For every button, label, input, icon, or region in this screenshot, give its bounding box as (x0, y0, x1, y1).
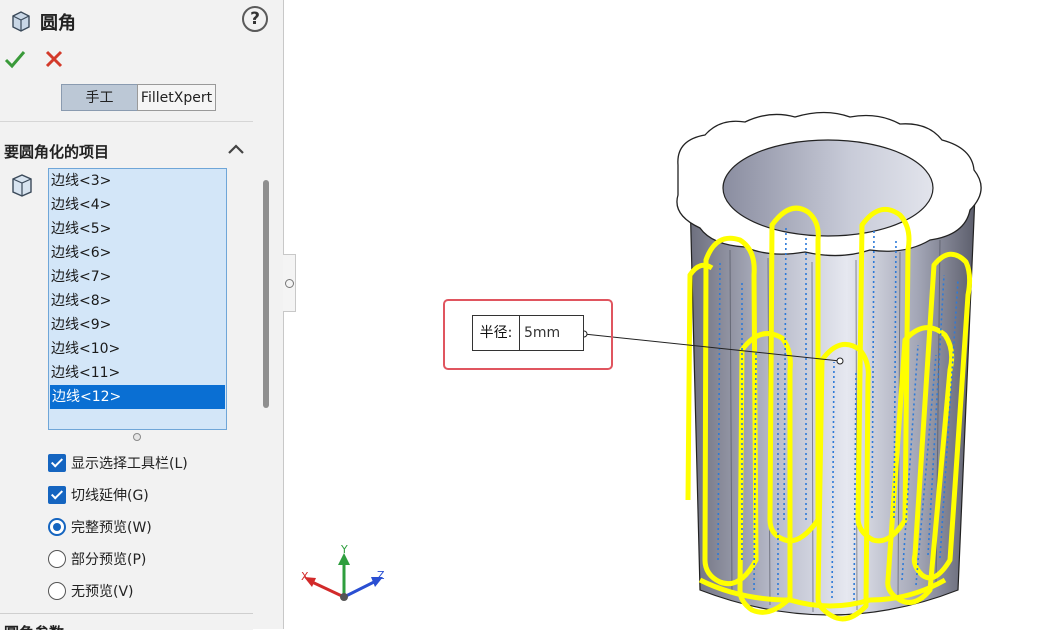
tab-filletxpert[interactable]: FilletXpert (137, 84, 216, 111)
full-preview-option[interactable]: 完整预览(W) (48, 517, 152, 539)
radio-selected[interactable] (48, 518, 66, 536)
option-label: 部分预览(P) (71, 552, 147, 568)
help-button[interactable]: ? (242, 6, 268, 32)
partial-preview-option[interactable]: 部分预览(P) (48, 549, 146, 571)
tangent-propagation-option[interactable]: 切线延伸(G) (48, 485, 149, 507)
edge-selection-icon (12, 174, 32, 197)
chevron-up-icon[interactable] (226, 141, 246, 157)
list-item[interactable]: 边线<11> (49, 361, 226, 385)
radio[interactable] (48, 582, 66, 600)
cancel-x-icon[interactable] (42, 47, 66, 71)
triad-x-label: X (301, 570, 309, 583)
triad-y-label: Y (340, 543, 348, 556)
option-label: 切线延伸(G) (71, 488, 149, 504)
list-item[interactable]: 边线<9> (49, 313, 226, 337)
fillet-feature-icon (12, 11, 30, 32)
list-item[interactable]: 边线<7> (49, 265, 226, 289)
radio[interactable] (48, 550, 66, 568)
leader-endpoint (836, 357, 844, 365)
list-item[interactable]: 边线<5> (49, 217, 226, 241)
panel-collapse-handle[interactable] (283, 254, 296, 312)
list-item[interactable]: 边线<6> (49, 241, 226, 265)
list-resize-handle[interactable] (133, 433, 141, 441)
triad-z-label: Z (377, 569, 385, 582)
tab-manual[interactable]: 手工 (61, 84, 138, 111)
graphics-viewport[interactable]: Y X Z (296, 0, 1059, 629)
option-label: 完整预览(W) (71, 520, 152, 536)
part-model[interactable] (676, 111, 982, 622)
option-label: 无预览(V) (71, 584, 134, 600)
no-preview-option[interactable]: 无预览(V) (48, 581, 134, 603)
show-selection-toolbar-option[interactable]: 显示选择工具栏(L) (48, 453, 188, 475)
radius-label: 半径: (472, 315, 520, 351)
checkbox-checked[interactable] (48, 454, 66, 472)
list-item[interactable]: 边线<8> (49, 289, 226, 313)
option-label: 显示选择工具栏(L) (71, 456, 188, 472)
items-section-title: 要圆角化的项目 (4, 143, 110, 161)
edge-selection-list[interactable]: 边线<3> 边线<4> 边线<5> 边线<6> 边线<7> 边线<8> 边线<9… (48, 168, 227, 430)
ok-checkmark-icon[interactable] (3, 47, 27, 71)
list-item[interactable]: 边线<10> (49, 337, 226, 361)
checkbox-checked[interactable] (48, 486, 66, 504)
property-manager: 圆角 ? 手工 FilletXpert 要圆角化的项目 边线<3> 边线<4> … (0, 0, 284, 630)
list-item[interactable]: 边线<4> (49, 193, 226, 217)
panel-scrollbar[interactable] (263, 180, 269, 408)
axis-triad: Y X Z (301, 543, 385, 601)
fillet-parameters-section[interactable]: 圆角参数 (0, 613, 253, 630)
radius-input[interactable]: 5mm (519, 315, 584, 351)
panel-title: 圆角 (40, 13, 76, 34)
list-item[interactable]: 边线<3> (49, 169, 226, 193)
list-item-selected[interactable]: 边线<12> (50, 385, 225, 409)
